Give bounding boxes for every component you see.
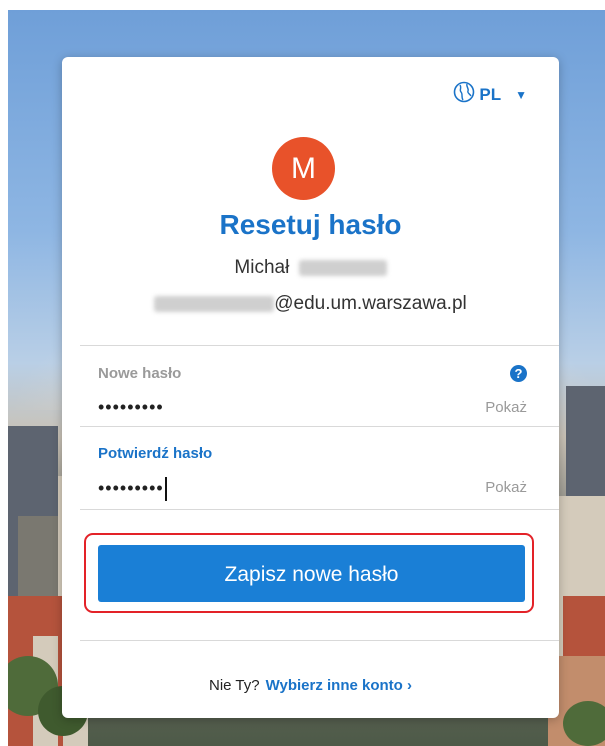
avatar: M	[272, 137, 335, 200]
confirm-password-input[interactable]: •••••••••	[98, 477, 167, 501]
new-password-field[interactable]: Nowe hasło ? ••••••••• Pokaż	[98, 365, 527, 418]
divider	[80, 345, 559, 346]
redacted-surname	[298, 259, 387, 276]
confirm-password-value: •••••••••	[98, 477, 164, 498]
confirm-password-label: Potwierdź hasło	[98, 445, 213, 462]
show-confirm-password-toggle[interactable]: Pokaż	[485, 479, 527, 496]
save-new-password-button[interactable]: Zapisz nowe hasło	[98, 545, 525, 602]
new-password-input[interactable]: •••••••••	[98, 397, 164, 418]
new-password-label: Nowe hasło	[98, 365, 182, 382]
footer: Nie Ty? Wybierz inne konto ›	[62, 677, 559, 694]
user-first-name: Michał	[234, 257, 290, 278]
choose-another-account-link[interactable]: Wybierz inne konto ›	[266, 677, 412, 694]
caret-down-icon: ▼	[515, 87, 527, 102]
divider	[80, 426, 559, 427]
divider	[80, 509, 559, 510]
text-cursor	[164, 477, 167, 501]
globe-icon	[453, 81, 479, 108]
redacted-email-local	[154, 295, 275, 312]
show-new-password-toggle[interactable]: Pokaż	[485, 399, 527, 416]
confirm-password-field[interactable]: Potwierdź hasło ••••••••• Pokaż	[98, 445, 527, 501]
page-title: Resetuj hasło	[219, 209, 402, 240]
reset-password-card: PL ▼ M Resetuj hasło Michał @edu.um.wars…	[62, 57, 559, 718]
divider	[80, 640, 559, 641]
user-email: @edu.um.warszawa.pl	[62, 293, 559, 315]
email-domain: @edu.um.warszawa.pl	[274, 293, 467, 314]
user-name: Michał	[62, 257, 559, 279]
help-icon[interactable]: ?	[510, 365, 527, 382]
language-selector[interactable]: PL ▼	[453, 81, 527, 108]
not-you-text: Nie Ty?	[209, 677, 260, 694]
language-code: PL	[479, 84, 502, 104]
